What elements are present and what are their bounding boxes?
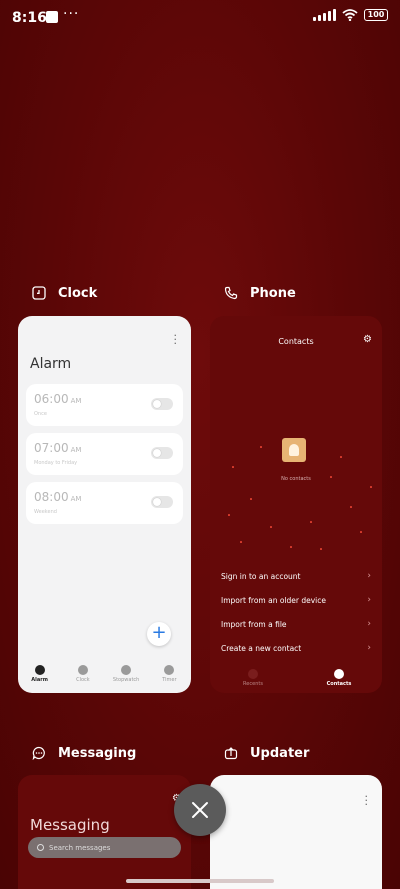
clock-app-icon xyxy=(30,284,48,302)
alarm-time: 07:00 AM xyxy=(34,441,81,455)
more-vertical-icon[interactable]: · · · xyxy=(174,330,178,349)
app-label-phone[interactable]: Phone xyxy=(222,284,296,302)
contacts-icon xyxy=(334,669,344,679)
app-label-text: Clock xyxy=(58,285,98,301)
page-title: Messaging xyxy=(30,816,110,834)
status-icons: 100 xyxy=(313,9,388,21)
stopwatch-icon xyxy=(121,665,132,675)
chevron-right-icon: › xyxy=(367,619,371,629)
alarm-repeat: Once xyxy=(34,411,47,417)
notification-icon xyxy=(46,11,58,23)
tab-label: Alarm xyxy=(31,677,48,683)
link-create-contact[interactable]: Create a new contact › xyxy=(221,641,371,655)
status-time: 8:16 xyxy=(12,10,47,26)
link-label: Import from a file xyxy=(221,619,287,629)
phone-app-card[interactable]: Contacts ⚙ No contacts Sign in to an acc… xyxy=(210,316,382,693)
app-label-text: Phone xyxy=(250,285,296,301)
alarm-toggle[interactable] xyxy=(151,496,173,508)
app-label-updater[interactable]: Updater xyxy=(222,744,309,762)
chevron-right-icon: › xyxy=(367,595,371,605)
app-label-clock[interactable]: Clock xyxy=(30,284,97,302)
tab-label: Contacts xyxy=(326,681,352,687)
tab-timer[interactable]: Timer xyxy=(149,665,189,689)
updater-app-icon xyxy=(222,744,240,762)
alarm-item[interactable]: 06:00 AM Once xyxy=(26,384,183,426)
tab-stopwatch[interactable]: Stopwatch xyxy=(106,665,146,689)
tab-label: Recents xyxy=(243,681,263,687)
recents-icon xyxy=(248,669,258,679)
battery-icon: 100 xyxy=(364,9,388,21)
clock-icon xyxy=(77,665,88,675)
tab-clock[interactable]: Clock xyxy=(63,665,103,689)
tab-label: Timer xyxy=(162,677,177,683)
alarm-ampm: AM xyxy=(70,495,82,503)
gear-icon[interactable]: ⚙ xyxy=(363,334,372,345)
messaging-app-card[interactable]: ⚙ Messaging Search messages xyxy=(18,775,191,889)
timer-icon xyxy=(164,665,175,675)
chevron-right-icon: › xyxy=(367,643,371,653)
home-indicator[interactable] xyxy=(126,879,274,883)
messaging-app-icon xyxy=(30,744,48,762)
phone-app-icon xyxy=(222,284,240,302)
alarm-ampm: AM xyxy=(70,446,82,454)
more-notifications-icon: ··· xyxy=(63,6,80,22)
updater-app-card[interactable]: · · · xyxy=(210,775,382,889)
bottom-nav: Recents Contacts xyxy=(210,669,382,687)
search-icon xyxy=(37,844,44,851)
search-placeholder: Search messages xyxy=(49,843,111,852)
alarm-toggle[interactable] xyxy=(151,447,173,459)
signal-icon xyxy=(313,9,336,21)
alarm-time: 08:00 AM xyxy=(34,490,81,504)
empty-state-text: No contacts xyxy=(281,476,311,482)
link-label: Sign in to an account xyxy=(221,571,301,581)
link-sign-in[interactable]: Sign in to an account › xyxy=(221,569,371,583)
tab-contacts[interactable]: Contacts xyxy=(319,669,359,687)
close-icon xyxy=(192,802,208,818)
app-label-messaging[interactable]: Messaging xyxy=(30,744,136,762)
alarm-toggle[interactable] xyxy=(151,398,173,410)
close-all-button[interactable] xyxy=(174,784,226,836)
tab-label: Clock xyxy=(76,677,90,683)
bottom-nav: Alarm Clock Stopwatch Timer xyxy=(18,665,191,689)
page-title: Contacts xyxy=(278,337,314,346)
link-import-file[interactable]: Import from a file › xyxy=(221,617,371,631)
contact-placeholder-icon xyxy=(282,438,306,462)
clock-app-card[interactable]: · · · Alarm 06:00 AM Once 07:00 AM Monday to… xyxy=(18,316,191,693)
link-label: Create a new contact xyxy=(221,643,302,653)
app-label-text: Messaging xyxy=(58,745,137,761)
more-vertical-icon[interactable]: · · · xyxy=(365,791,369,810)
link-label: Import from an older device xyxy=(221,595,326,605)
app-label-text: Updater xyxy=(250,745,310,761)
tab-label: Stopwatch xyxy=(112,677,140,683)
tab-alarm[interactable]: Alarm xyxy=(20,665,60,689)
alarm-time: 06:00 AM xyxy=(34,392,81,406)
alarm-time-value: 08:00 xyxy=(34,490,69,504)
page-title: Alarm xyxy=(30,356,72,372)
search-input[interactable]: Search messages xyxy=(28,837,181,858)
alarm-time-value: 07:00 xyxy=(34,441,69,455)
wifi-icon xyxy=(342,9,358,21)
tab-recents[interactable]: Recents xyxy=(233,669,273,687)
alarm-repeat: Monday to Friday xyxy=(34,460,78,466)
alarm-time-value: 06:00 xyxy=(34,392,69,406)
status-bar: 8:16 ··· 100 xyxy=(0,0,400,36)
alarm-icon xyxy=(34,665,45,675)
alarm-repeat: Weekend xyxy=(34,509,57,515)
link-import-device[interactable]: Import from an older device › xyxy=(221,593,371,607)
alarm-ampm: AM xyxy=(70,397,82,405)
add-alarm-button[interactable]: + xyxy=(147,622,171,646)
chevron-right-icon: › xyxy=(367,571,371,581)
alarm-item[interactable]: 07:00 AM Monday to Friday xyxy=(26,433,183,475)
alarm-item[interactable]: 08:00 AM Weekend xyxy=(26,482,183,524)
